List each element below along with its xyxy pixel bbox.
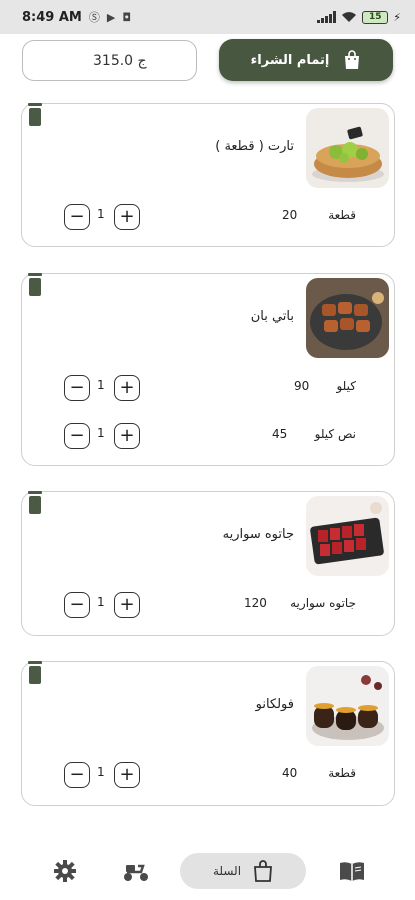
option-price: 90 (294, 379, 310, 393)
cart-total: 315.0 ج (22, 40, 197, 81)
product-image-volcano (306, 666, 389, 746)
option-unit: كيلو (336, 379, 356, 393)
cart-item: جاتوه سواريه − 1 + 120 جاتوه سواريه (21, 491, 395, 636)
bottom-navigation: السلة (0, 840, 415, 900)
trash-icon[interactable] (26, 273, 44, 297)
increase-button[interactable]: + (114, 375, 140, 401)
decrease-button[interactable]: − (64, 592, 90, 618)
cart-item: تارت ( قطعة ) − 1 + 20 قطعة (21, 103, 395, 247)
quantity: 1 (97, 426, 105, 440)
signal-icon (317, 11, 337, 23)
option-price: 40 (282, 766, 298, 780)
cart-item: فولكانو − 1 + 40 قطعة (21, 661, 395, 806)
option-unit: جاتوه سواريه (290, 596, 356, 610)
play-icon: ▶ (106, 10, 116, 24)
trash-icon[interactable] (26, 661, 44, 685)
menu-book-icon[interactable] (339, 860, 365, 882)
trash-icon[interactable] (26, 491, 44, 515)
quantity: 1 (97, 765, 105, 779)
product-image-tart (306, 108, 389, 188)
quantity: 1 (97, 207, 105, 221)
quantity: 1 (97, 595, 105, 609)
product-image-patty-pan (306, 278, 389, 358)
option-row: − 1 + 45 نص كيلو (22, 421, 396, 451)
decrease-button[interactable]: − (64, 423, 90, 449)
option-row: − 1 + 90 كيلو (22, 373, 396, 403)
increase-button[interactable]: + (114, 204, 140, 230)
increase-button[interactable]: + (114, 762, 140, 788)
product-name: باتي بان (250, 309, 294, 324)
option-unit: نص كيلو (314, 427, 356, 441)
nav-cart[interactable]: السلة (180, 853, 306, 889)
product-name: تارت ( قطعة ) (215, 139, 294, 154)
option-price: 45 (272, 427, 288, 441)
product-name: جاتوه سواريه (222, 527, 294, 542)
decrease-button[interactable]: − (64, 762, 90, 788)
wifi-icon (342, 12, 357, 22)
option-unit: قطعة (328, 766, 356, 780)
charging-icon: ⚡ (393, 10, 401, 24)
delivery-scooter-icon[interactable] (123, 860, 149, 882)
checkout-button[interactable]: إتمام الشراء (219, 39, 393, 81)
option-row: − 1 + 20 قطعة (22, 202, 396, 232)
cart-total-value: 315.0 ج (93, 52, 147, 69)
status-bar: 8:49 AM Ⓢ ▶ ◘ 15 ⚡ (0, 0, 415, 34)
product-name: فولكانو (255, 697, 294, 712)
gear-icon[interactable] (54, 860, 76, 882)
increase-button[interactable]: + (114, 592, 140, 618)
quantity: 1 (97, 378, 105, 392)
option-price: 20 (282, 208, 298, 222)
decrease-button[interactable]: − (64, 204, 90, 230)
battery-level: 15 (369, 12, 382, 22)
checkout-label: إتمام الشراء (250, 52, 330, 68)
sync-icon: Ⓢ (88, 11, 100, 24)
increase-button[interactable]: + (114, 423, 140, 449)
product-image-gateau-soiree (306, 496, 389, 576)
option-row: − 1 + 40 قطعة (22, 760, 396, 790)
cart-item: باتي بان − 1 + 90 كيلو − 1 + 45 نص كيلو (21, 273, 395, 466)
option-unit: قطعة (328, 208, 356, 222)
shopping-bag-icon (254, 860, 273, 882)
trash-icon[interactable] (26, 103, 44, 127)
shopping-bag-icon (345, 50, 360, 69)
notification-icon: ◘ (122, 10, 132, 24)
decrease-button[interactable]: − (64, 375, 90, 401)
status-time: 8:49 AM (22, 9, 82, 25)
cart-header: 315.0 ج إتمام الشراء (0, 34, 415, 94)
battery-icon: 15 (362, 10, 389, 24)
nav-cart-label: السلة (212, 864, 242, 878)
option-price: 120 (244, 596, 267, 610)
option-row: − 1 + 120 جاتوه سواريه (22, 590, 396, 620)
